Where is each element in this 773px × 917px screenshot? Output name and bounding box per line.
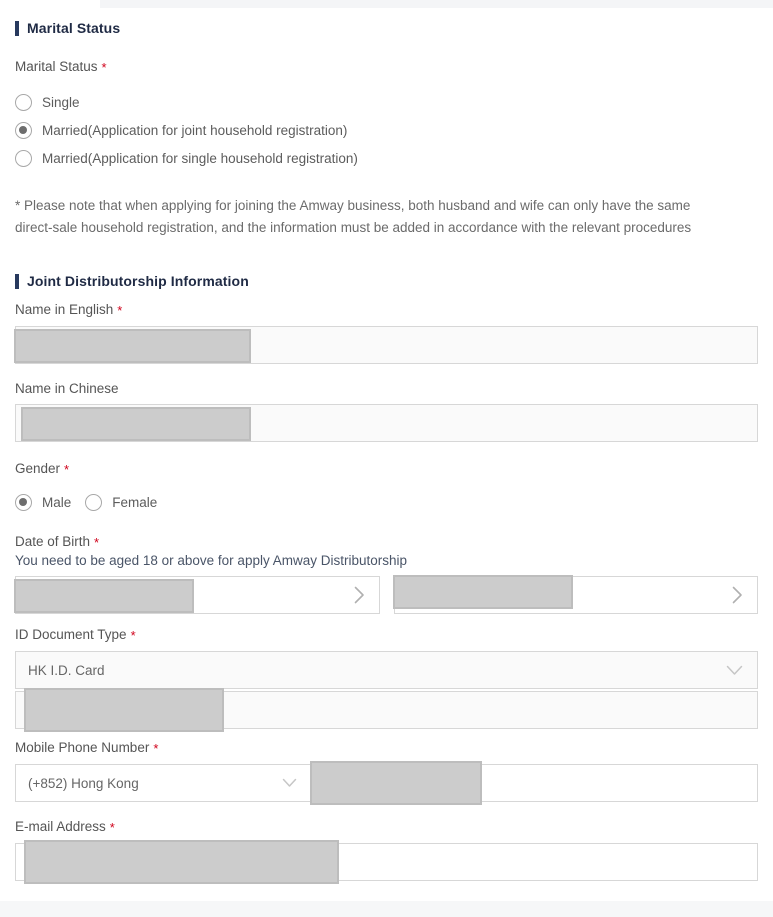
radio-button-single-icon[interactable] xyxy=(15,93,32,111)
redaction-mask-name-english xyxy=(14,329,251,363)
redaction-mask-id-number xyxy=(24,688,224,732)
required-asterisk: * xyxy=(94,535,100,550)
label-email-address: E-mail Address * xyxy=(15,818,758,837)
date-of-birth-fields xyxy=(14,575,758,614)
mobile-phone-field-group: (+852) Hong Kong xyxy=(15,761,758,805)
redaction-mask-mobile-number xyxy=(310,761,482,805)
registration-form-page: Marital Status Marital Status * Single Ma… xyxy=(0,8,773,884)
label-id-document-type: ID Document Type * xyxy=(15,626,758,645)
section-header-marital-status: Marital Status xyxy=(15,20,758,36)
gender-radio-group: Male Female xyxy=(15,489,758,515)
required-asterisk: * xyxy=(117,303,123,318)
chevron-down-icon[interactable] xyxy=(282,778,297,788)
radio-label-male: Male xyxy=(42,494,72,510)
input-name-english[interactable] xyxy=(14,326,758,364)
hint-date-of-birth: You need to be aged 18 or above for appl… xyxy=(15,553,408,568)
label-marital-status: Marital Status * xyxy=(15,58,758,77)
label-marital-status-text: Marital Status xyxy=(15,59,98,74)
required-asterisk: * xyxy=(153,741,159,756)
required-asterisk: * xyxy=(109,820,115,835)
select-country-code-value: (+852) Hong Kong xyxy=(28,775,139,791)
bottom-decorative-strip xyxy=(0,901,773,917)
section-header-joint-distributorship: Joint Distributorship Information xyxy=(15,273,758,289)
top-decorative-strip xyxy=(100,0,773,8)
label-name-english: Name in English * xyxy=(15,301,758,320)
radio-button-male-icon[interactable] xyxy=(15,493,32,511)
section-accent-bar-icon xyxy=(15,20,19,36)
required-asterisk: * xyxy=(130,628,136,643)
select-id-document-type-value: HK I.D. Card xyxy=(28,662,105,678)
radio-option-female[interactable]: Female xyxy=(85,489,157,515)
section-accent-bar-icon xyxy=(15,273,19,289)
label-gender: Gender * xyxy=(15,460,758,479)
radio-label-single: Single xyxy=(42,94,80,110)
label-name-english-text: Name in English xyxy=(15,302,114,317)
section-title-marital-status: Marital Status xyxy=(27,20,121,36)
label-gender-text: Gender xyxy=(15,461,61,476)
redaction-mask-dob-first xyxy=(14,579,194,613)
chevron-right-icon xyxy=(732,586,743,604)
label-mobile-phone-number: Mobile Phone Number * xyxy=(15,739,758,758)
chevron-down-icon[interactable] xyxy=(726,665,743,676)
label-mobile-phone-number-text: Mobile Phone Number xyxy=(15,740,150,755)
label-name-chinese: Name in Chinese xyxy=(15,380,758,398)
chevron-right-icon xyxy=(354,586,365,604)
redaction-mask-dob-second xyxy=(392,575,573,609)
radio-label-female: Female xyxy=(112,494,158,510)
radio-button-female-icon[interactable] xyxy=(85,493,103,511)
label-name-chinese-text: Name in Chinese xyxy=(15,381,119,396)
section-title-joint-distributorship: Joint Distributorship Information xyxy=(27,273,249,289)
input-id-document-number[interactable] xyxy=(15,688,758,732)
required-asterisk: * xyxy=(101,60,107,75)
radio-label-married-joint: Married(Application for joint household … xyxy=(42,122,348,138)
select-country-code[interactable]: (+852) Hong Kong xyxy=(16,765,311,801)
input-email-address[interactable] xyxy=(15,840,758,884)
radio-option-single[interactable]: Single xyxy=(15,89,758,115)
redaction-mask-email xyxy=(24,840,339,884)
label-id-document-type-text: ID Document Type xyxy=(15,627,127,642)
radio-option-male[interactable]: Male xyxy=(15,489,71,515)
label-date-of-birth: Date of Birth * xyxy=(15,533,758,552)
radio-button-married-single-icon[interactable] xyxy=(15,149,32,167)
label-email-address-text: E-mail Address xyxy=(15,819,106,834)
radio-option-married-joint[interactable]: Married(Application for joint household … xyxy=(15,117,758,143)
select-id-document-type[interactable]: HK I.D. Card xyxy=(15,651,758,689)
radio-button-married-joint-icon[interactable] xyxy=(15,121,32,139)
radio-option-married-single[interactable]: Married(Application for single household… xyxy=(15,145,758,171)
label-date-of-birth-text: Date of Birth xyxy=(15,534,91,549)
input-name-chinese[interactable] xyxy=(15,404,758,442)
redaction-mask-name-chinese xyxy=(21,407,251,441)
select-date-of-birth-second[interactable] xyxy=(392,575,758,614)
marital-status-note: * Please note that when applying for joi… xyxy=(15,198,692,235)
radio-label-married-single: Married(Application for single household… xyxy=(42,150,358,166)
required-asterisk: * xyxy=(64,462,70,477)
select-date-of-birth-first[interactable] xyxy=(14,576,380,614)
